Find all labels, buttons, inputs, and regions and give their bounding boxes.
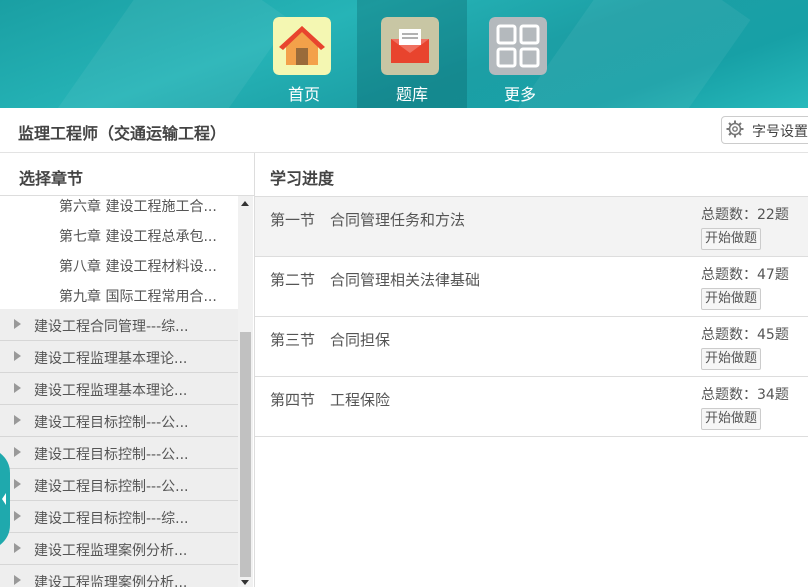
section-row[interactable]: 第二节 合同管理相关法律基础 总题数：47题 开始做题 <box>255 257 808 317</box>
section-row[interactable]: 第一节 合同管理任务和方法 总题数：22题 开始做题 <box>255 197 808 257</box>
home-icon <box>273 17 331 75</box>
category-item[interactable]: 建设工程监理案例分析... <box>0 533 238 565</box>
question-count: 总题数：45题 <box>701 327 789 343</box>
category-item[interactable]: 建设工程监理基本理论... <box>0 373 238 405</box>
category-item[interactable]: 建设工程目标控制---公... <box>0 437 238 469</box>
top-nav-bar: 首页 题库 更多 <box>0 0 808 108</box>
scroll-up-arrow-icon[interactable] <box>241 201 249 206</box>
expand-arrow-icon <box>14 575 21 585</box>
category-item[interactable]: 建设工程合同管理---综... <box>0 309 238 341</box>
expand-arrow-icon <box>14 319 21 329</box>
category-item[interactable]: 建设工程目标控制---综... <box>0 501 238 533</box>
chapter-sub-item[interactable]: 第九章 国际工程常用合... <box>0 280 238 310</box>
start-practice-button[interactable]: 开始做题 <box>701 288 762 310</box>
section-row[interactable]: 第三节 合同担保 总题数：45题 开始做题 <box>255 317 808 377</box>
chapter-panel: 选择章节 第六章 建设工程施工合... 第七章 建设工程总承包... 第八章 建… <box>0 153 255 587</box>
start-practice-button[interactable]: 开始做题 <box>701 228 762 250</box>
category-item[interactable]: 建设工程监理基本理论... <box>0 341 238 373</box>
question-count: 总题数：22题 <box>701 207 789 223</box>
expand-arrow-icon <box>14 543 21 553</box>
start-practice-button[interactable]: 开始做题 <box>701 348 762 370</box>
nav-question-bank[interactable]: 题库 <box>357 0 467 108</box>
question-bank-icon <box>381 17 439 75</box>
expand-arrow-icon <box>14 479 21 489</box>
font-size-setting-label: 字号设置 <box>752 124 808 140</box>
progress-panel-title: 学习进度 <box>270 169 335 188</box>
title-bar: 监理工程师（交通运输工程） <box>0 108 808 153</box>
expand-arrow-icon <box>14 383 21 393</box>
font-size-setting-button[interactable]: 字号设置 <box>721 116 808 144</box>
nav-home-label: 首页 <box>287 85 320 104</box>
chapter-sub-item[interactable]: 第七章 建设工程总承包... <box>0 220 238 250</box>
section-name: 第一节 合同管理任务和方法 <box>270 211 466 229</box>
chapter-list: 第六章 建设工程施工合... 第七章 建设工程总承包... 第八章 建设工程材料… <box>0 196 238 587</box>
chapter-panel-header: 选择章节 <box>0 153 254 196</box>
section-name: 第二节 合同管理相关法律基础 <box>270 271 481 289</box>
scrollbar-thumb[interactable] <box>240 332 251 577</box>
question-count: 总题数：47题 <box>701 267 789 283</box>
section-name: 第四节 工程保险 <box>270 391 391 409</box>
expand-arrow-icon <box>14 447 21 457</box>
progress-panel: 学习进度 第一节 合同管理任务和方法 总题数：22题 开始做题 第二节 合同管理… <box>255 153 808 587</box>
section-row[interactable]: 第四节 工程保险 总题数：34题 开始做题 <box>255 377 808 437</box>
nav-question-bank-label: 题库 <box>395 85 428 104</box>
nav-home[interactable]: 首页 <box>249 0 359 108</box>
chapter-sub-item[interactable]: 第六章 建设工程施工合... <box>0 196 238 220</box>
grid-icon <box>489 17 547 75</box>
gear-icon <box>726 120 744 138</box>
chapter-sub-item[interactable]: 第八章 建设工程材料设... <box>0 250 238 280</box>
chapter-panel-title: 选择章节 <box>19 169 84 188</box>
expand-arrow-icon <box>14 351 21 361</box>
category-item[interactable]: 建设工程监理案例分析... <box>0 565 238 587</box>
chapter-list-scrollbar[interactable] <box>238 196 253 587</box>
expand-arrow-icon <box>14 511 21 521</box>
section-name: 第三节 合同担保 <box>270 331 391 349</box>
collapse-panel-tab[interactable] <box>0 453 10 545</box>
expand-arrow-icon <box>14 415 21 425</box>
question-count: 总题数：34题 <box>701 387 789 403</box>
page-title: 监理工程师（交通运输工程） <box>18 124 227 143</box>
progress-panel-header: 学习进度 <box>255 153 808 197</box>
category-item[interactable]: 建设工程目标控制---公... <box>0 469 238 501</box>
start-practice-button[interactable]: 开始做题 <box>701 408 762 430</box>
scroll-down-arrow-icon[interactable] <box>241 580 249 585</box>
nav-more[interactable]: 更多 <box>465 0 575 108</box>
category-item[interactable]: 建设工程目标控制---公... <box>0 405 238 437</box>
nav-more-label: 更多 <box>503 85 536 104</box>
